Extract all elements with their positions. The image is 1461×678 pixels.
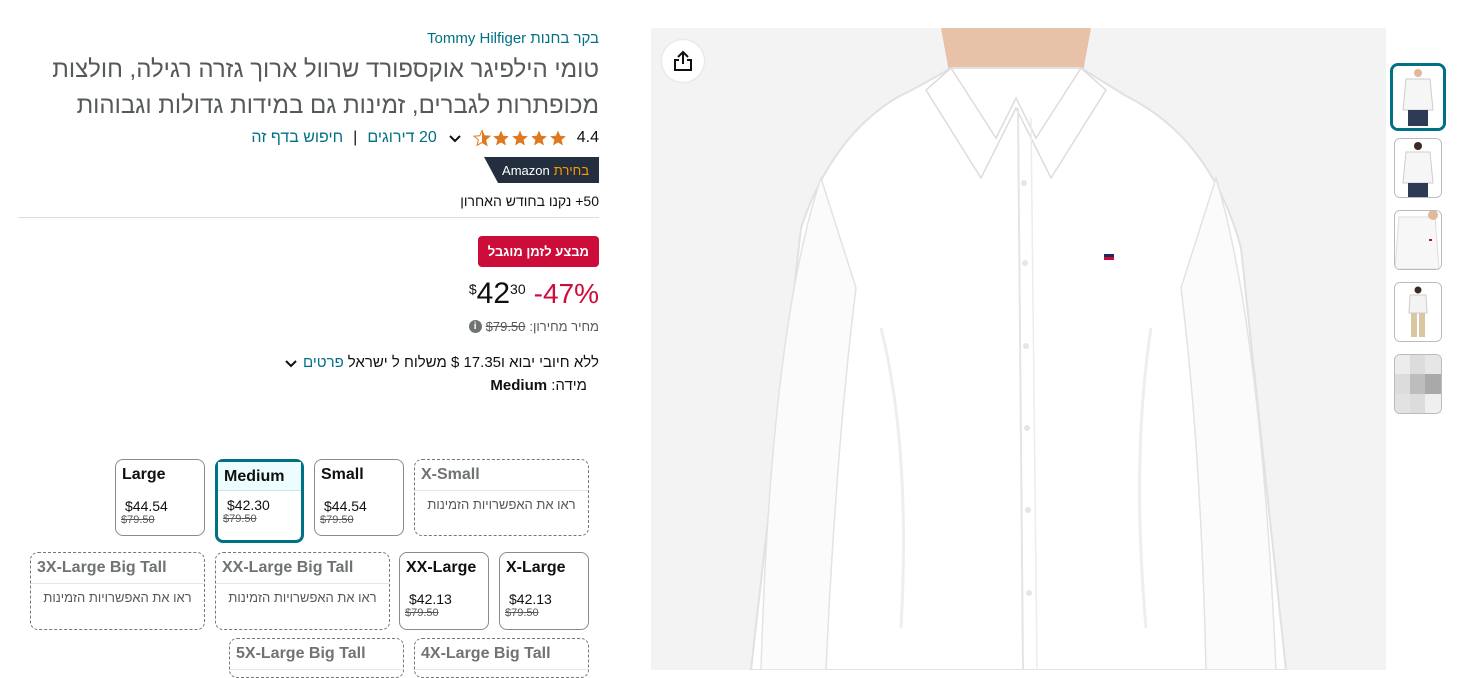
product-title: טומי הילפיגר אוקספורד שרוול ארוך גזרה רג…	[52, 56, 599, 119]
size-option-availability: ראו את האפשרויות הזמינות	[228, 590, 377, 605]
price: $ 42 30	[469, 277, 526, 311]
info-icon[interactable]: i	[468, 320, 482, 333]
size-option-list-price: $79.50	[505, 607, 539, 619]
size-option-name: 3X-Large Big Tall	[31, 553, 204, 584]
thumbnail-4[interactable]	[1394, 282, 1442, 342]
size-option-list-price: $79.50	[121, 514, 155, 526]
star-icon	[511, 130, 528, 146]
shipping-text: ללא חיובי יבוא ו17.35 $ משלוח ל ישראל	[347, 354, 599, 371]
chevron-down-icon[interactable]	[447, 130, 463, 146]
size-option-small[interactable]: Small $44.54 $79.50	[314, 459, 404, 536]
size-option-name: XX-Large Big Tall	[216, 553, 389, 584]
separator: |	[353, 129, 358, 146]
limited-deal-badge: מבצע לזמן מוגבל	[477, 236, 599, 267]
share-icon	[674, 50, 692, 71]
share-button[interactable]	[662, 40, 704, 82]
price-currency: $	[468, 281, 477, 297]
main-product-image[interactable]	[651, 28, 1386, 670]
bought-past-month: 50+ נקנו בחודש האחרון	[460, 193, 599, 209]
size-option-list-price: $79.50	[223, 513, 257, 525]
size-option-availability: ראו את האפשרויות הזמינות	[427, 497, 576, 512]
thumbnail-shirt-front-image	[1393, 66, 1443, 128]
size-option-price: $42.30	[227, 497, 270, 513]
rating-row: 4.4 20 דירוגים | חיפוש בדף זה	[18, 126, 599, 150]
size-option-name: X-Small	[415, 460, 588, 491]
shipping-details-link[interactable]: פרטים	[303, 354, 344, 371]
price-whole: 42	[476, 277, 511, 310]
size-option-price: $44.54	[125, 498, 168, 514]
size-option-list-price: $79.50	[320, 514, 354, 526]
size-option-medium[interactable]: Medium $42.30 $79.50	[215, 459, 304, 543]
list-price-label: מחיר מחירון:	[529, 319, 599, 334]
size-label: מידה: Medium	[18, 377, 587, 394]
size-option-price: $44.54	[324, 498, 367, 514]
size-selected-value: Medium	[490, 377, 548, 394]
size-option-xx-large[interactable]: XX-Large $42.13 $79.50	[399, 552, 489, 630]
size-label-text: מידה:	[551, 377, 587, 394]
chevron-down-icon[interactable]	[283, 355, 299, 371]
price-row: -47% $ 42 30	[18, 277, 599, 313]
size-option-name: 5X-Large Big Tall	[230, 639, 403, 670]
size-option-availability: ראו את האפשרויות הזמינות	[43, 590, 192, 605]
search-page-link[interactable]: חיפוש בדף זה	[251, 129, 343, 147]
thumbnail-2[interactable]	[1394, 138, 1442, 198]
size-option-name: XX-Large	[406, 559, 477, 576]
thumbnail-1[interactable]	[1390, 63, 1446, 131]
brand-store-link[interactable]: בקר בחנות Tommy Hilfiger	[18, 28, 599, 50]
thumbnail-shirt-back-image	[1395, 139, 1441, 197]
size-option-4x-large-big-tall[interactable]: 4X-Large Big Tall	[414, 638, 589, 678]
size-option-price: $42.13	[409, 591, 452, 607]
size-option-xx-large-big-tall[interactable]: XX-Large Big Tall ראו את האפשרויות הזמינ…	[215, 552, 390, 630]
star-icon	[549, 130, 566, 146]
size-option-name: Small	[321, 466, 364, 483]
size-option-name: 4X-Large Big Tall	[415, 639, 588, 670]
size-option-name: Medium	[218, 462, 301, 491]
size-option-name: X-Large	[506, 559, 566, 576]
list-price-value: $79.50	[485, 319, 526, 334]
thumbnail-size-chart-image	[1395, 355, 1441, 413]
choice-label: בחירת	[553, 162, 589, 178]
shipping-info: ללא חיובי יבוא ו17.35 $ משלוח ל ישראל פר…	[18, 354, 599, 371]
size-option-large[interactable]: Large $44.54 $79.50	[115, 459, 205, 536]
star-icon	[492, 130, 509, 146]
rating-stars[interactable]	[472, 129, 567, 147]
size-option-5x-large-big-tall[interactable]: 5X-Large Big Tall	[229, 638, 404, 678]
thumbnail-full-outfit-image	[1395, 283, 1441, 341]
size-option-list-price: $79.50	[405, 607, 439, 619]
star-half-icon	[472, 129, 491, 147]
ratings-count-link[interactable]: 20 דירוגים	[367, 129, 436, 147]
discount-percent: -47%	[533, 278, 599, 309]
size-option-x-small[interactable]: X-Small ראו את האפשרויות הזמינות	[414, 459, 589, 536]
white-shirt-image	[651, 28, 1386, 670]
amazon-label: Amazon	[502, 162, 550, 178]
size-option-x-large[interactable]: X-Large $42.13 $79.50	[499, 552, 589, 630]
price-fraction: 30	[510, 281, 526, 297]
star-icon	[530, 130, 547, 146]
thumbnail-3[interactable]	[1394, 210, 1442, 270]
thumbnail-5[interactable]	[1394, 354, 1442, 414]
thumbnail-shirt-detail-image	[1395, 211, 1441, 269]
divider	[18, 217, 599, 218]
rating-value[interactable]: 4.4	[577, 129, 599, 147]
amazon-choice-badge[interactable]: בחירת Amazon	[484, 157, 599, 183]
list-price-row: מחיר מחירון: $79.50 i	[18, 319, 599, 334]
size-option-3x-large-big-tall[interactable]: 3X-Large Big Tall ראו את האפשרויות הזמינ…	[30, 552, 205, 630]
size-option-price: $42.13	[509, 591, 552, 607]
size-option-name: Large	[122, 466, 166, 483]
product-info: בקר בחנות Tommy Hilfiger טומי הילפיגר או…	[18, 28, 599, 394]
